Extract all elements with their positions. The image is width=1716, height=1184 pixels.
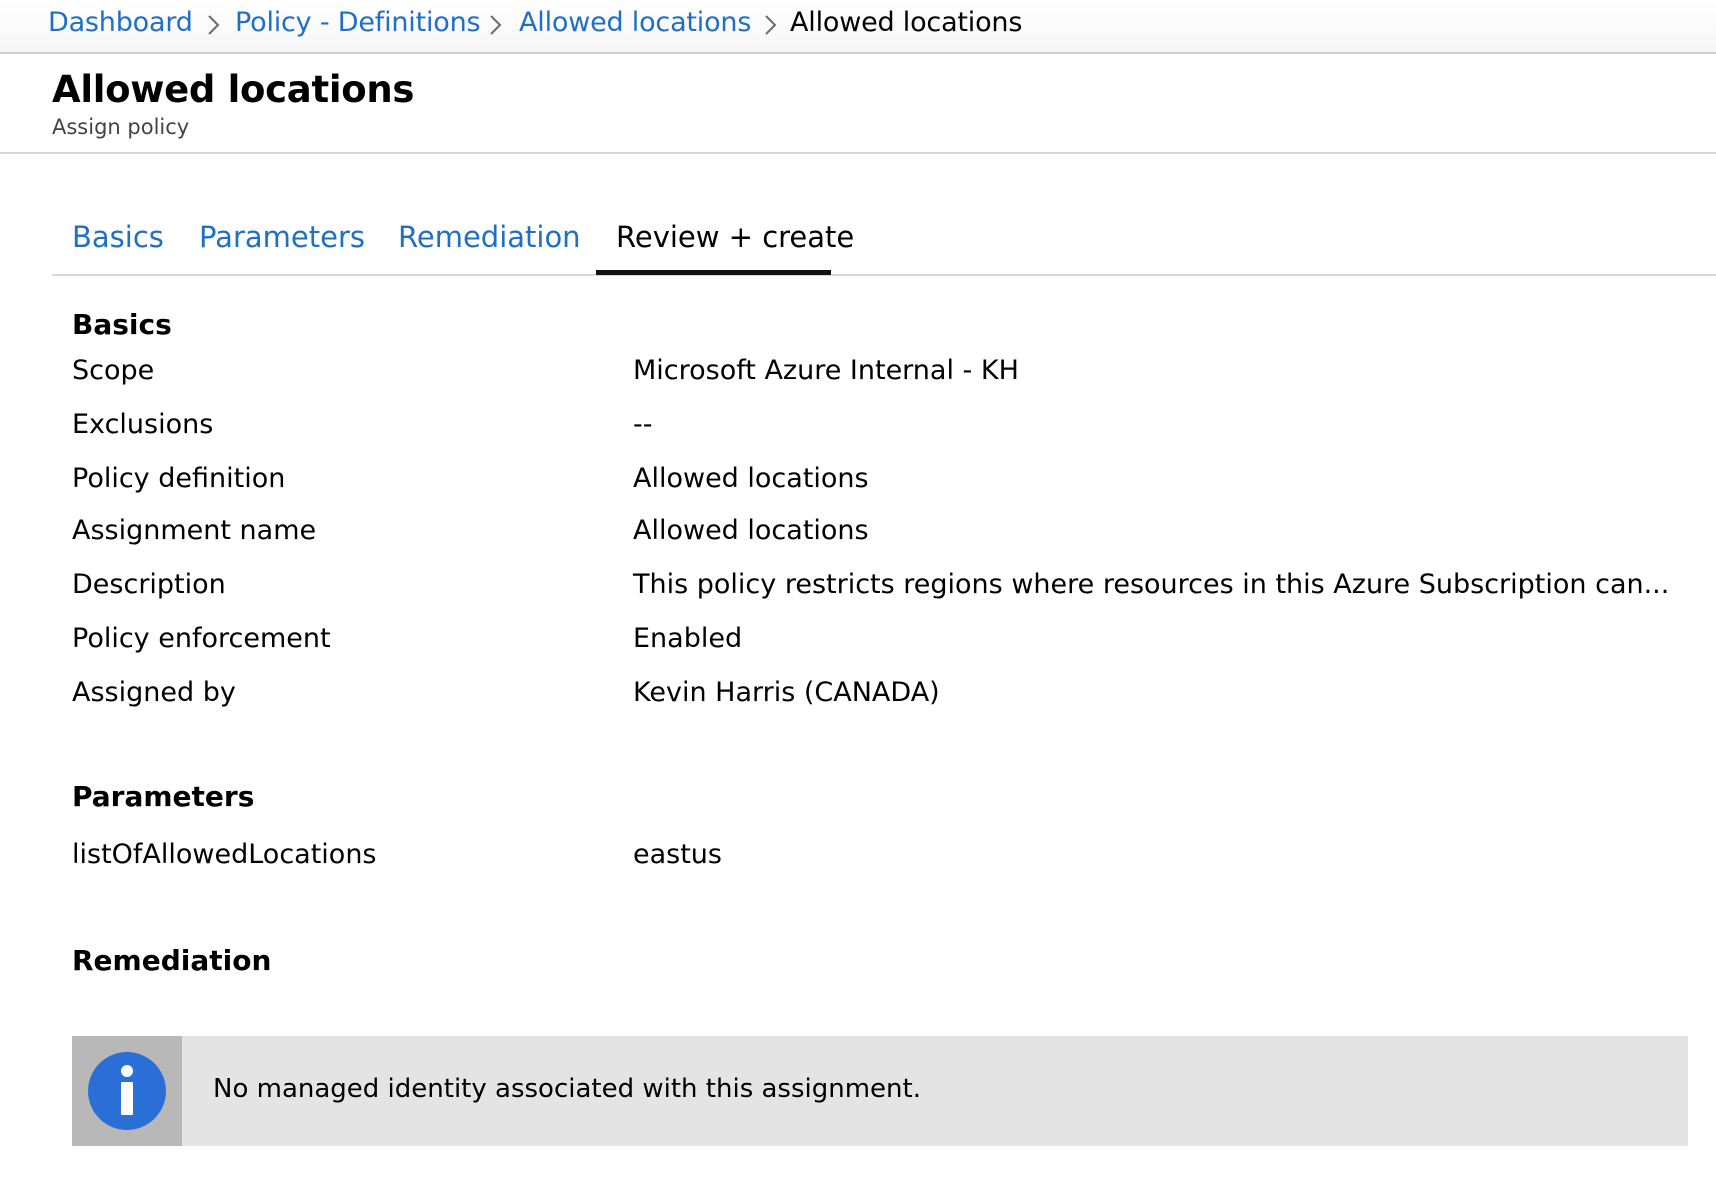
info-message-text: No managed identity associated with this… [213,1074,921,1104]
breadcrumb-item-policy-definitions[interactable]: Policy - Definitions [235,7,481,38]
row-value-list-of-allowed-locations: eastus [633,839,722,870]
row-value-assignment-name: Allowed locations [633,515,869,546]
info-message-box: No managed identity associated with this… [72,1036,1688,1146]
row-label-policy-enforcement: Policy enforcement [72,623,331,654]
breadcrumb-item-current: Allowed locations [790,7,1023,38]
tab-basics[interactable]: Basics [72,220,164,254]
tab-parameters[interactable]: Parameters [199,220,365,254]
row-label-list-of-allowed-locations: listOfAllowedLocations [72,839,377,870]
page-subtitle: Assign policy [52,115,190,139]
row-label-description: Description [72,569,226,600]
section-title-remediation: Remediation [72,944,272,977]
tab-remediation[interactable]: Remediation [398,220,581,254]
row-value-policy-definition: Allowed locations [633,463,869,494]
chevron-right-icon [202,13,224,37]
row-label-assignment-name: Assignment name [72,515,317,546]
row-label-exclusions: Exclusions [72,409,214,440]
section-title-basics: Basics [72,308,172,341]
page-title: Allowed locations [52,68,415,111]
row-value-scope: Microsoft Azure Internal - KH [633,355,1019,386]
row-value-policy-enforcement: Enabled [633,623,743,654]
row-label-assigned-by: Assigned by [72,677,236,708]
row-value-assigned-by: Kevin Harris (CANADA) [633,677,940,708]
info-circle-icon [88,1052,166,1130]
row-label-scope: Scope [72,355,155,386]
tab-review-create[interactable]: Review + create [616,220,854,254]
breadcrumb: Dashboard Policy - Definitions Allowed l… [0,0,1716,54]
chevron-right-icon [484,13,506,37]
info-icon-cell [72,1036,182,1146]
chevron-right-icon [759,13,781,37]
section-title-parameters: Parameters [72,780,255,813]
breadcrumb-item-allowed-locations[interactable]: Allowed locations [519,7,751,38]
tab-bar: Basics Parameters Remediation Review + c… [52,200,1716,276]
row-value-exclusions: -- [633,409,653,440]
row-value-description: This policy restricts regions where reso… [633,569,1670,600]
breadcrumb-item-dashboard[interactable]: Dashboard [48,7,193,38]
active-tab-indicator [596,270,831,275]
page-header: Allowed locations Assign policy [0,54,1716,154]
row-label-policy-definition: Policy definition [72,463,286,494]
